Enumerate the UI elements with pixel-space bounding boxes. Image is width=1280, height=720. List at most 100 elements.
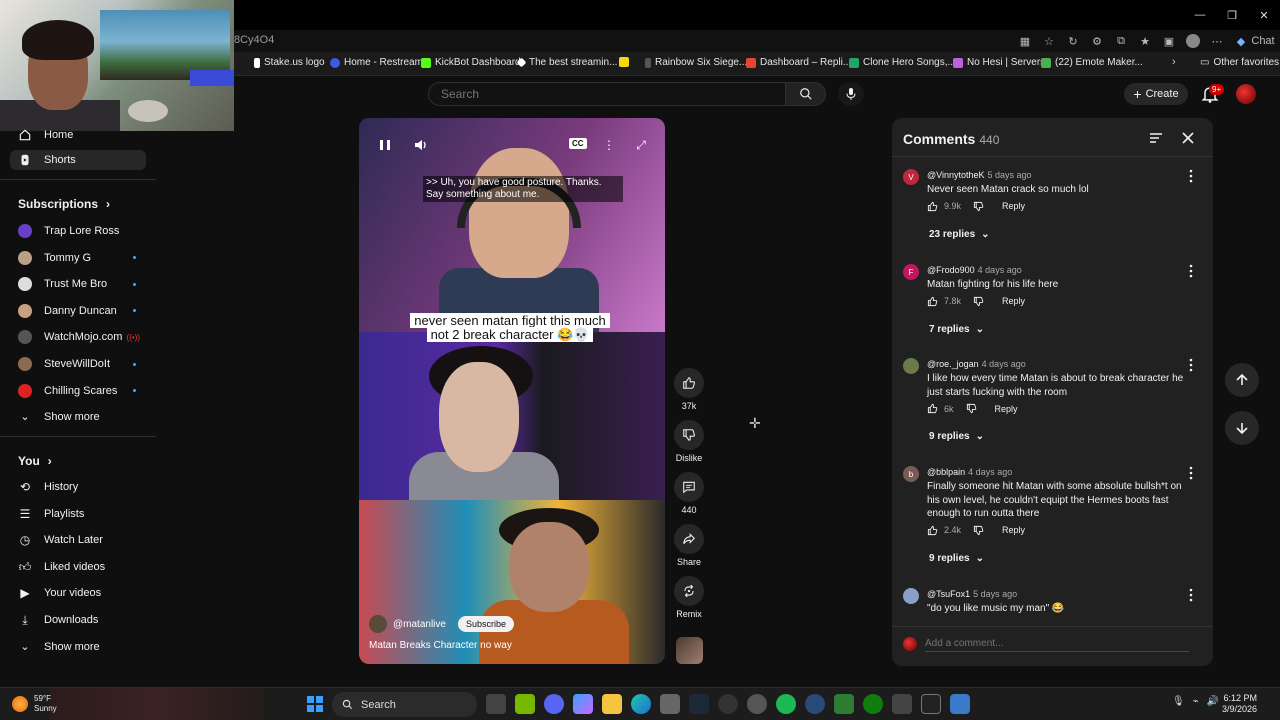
comment-more-icon[interactable] [1185,466,1197,480]
taskbar-search[interactable]: Search [332,692,477,717]
video-title[interactable]: Matan Breaks Character no way [369,640,512,651]
captions-button[interactable]: CC [569,138,587,149]
nvidia-icon[interactable] [515,694,535,714]
bookmark-kickbot[interactable]: KickBot Dashboard [421,57,521,68]
copilot-chat-button[interactable]: ◆ Chat [1232,32,1275,50]
comments-action[interactable]: 440 [674,472,704,515]
sidebar-item-subscription[interactable]: SteveWillDoIt [10,354,146,374]
discord-icon[interactable] [544,694,564,714]
weather-widget[interactable]: 59°F Sunny [12,694,57,714]
sidebar-item-history[interactable]: ⟲ History [10,477,146,497]
streamdeck-icon[interactable] [921,694,941,714]
sidebar-item-subscription[interactable]: Trust Me Bro [10,274,146,294]
b-app-icon[interactable] [834,694,854,714]
comment-more-icon[interactable] [1185,264,1197,278]
comment-author[interactable]: @TsuFox1 [927,589,970,599]
comment-avatar[interactable]: b [903,466,919,482]
share-button[interactable] [674,524,704,554]
bookmark-r6[interactable]: Rainbow Six Siege... [645,57,747,68]
sidebar-item-liked-videos[interactable]: 👍︎ Liked videos [10,557,146,577]
comments-button[interactable] [674,472,704,502]
clock[interactable]: 6:12 PM 3/9/2026 [1222,693,1257,715]
4k-video-icon[interactable] [805,694,825,714]
bookmark-clonehero[interactable]: Clone Hero Songs,... [849,57,956,68]
remix-action[interactable]: Remix [674,576,704,619]
comment-time[interactable]: 4 days ago [978,265,1022,275]
comment-more-icon[interactable] [1185,358,1197,372]
sidebar-item-shorts[interactable]: Shorts [10,150,146,170]
sidebar-item-home[interactable]: Home [10,125,146,145]
microphone-tray-icon[interactable]: 🎙 [1172,696,1185,707]
comment-time[interactable]: 4 days ago [982,359,1026,369]
comment-avatar[interactable]: V [903,169,919,185]
comment-avatar[interactable]: F [903,264,919,280]
store-icon[interactable] [660,694,680,714]
more-icon[interactable]: ⋯ [1208,32,1226,50]
bookmark-nohesi[interactable]: No Hesi | Servers [953,57,1045,68]
file-explorer-icon[interactable] [602,694,622,714]
minimize-icon[interactable]: — [1184,0,1216,30]
comment-time[interactable]: 5 days ago [973,589,1017,599]
view-replies-button[interactable]: 9 replies ⌄ [929,431,984,442]
sidebar-item-subscription[interactable]: Trap Lore Ross [10,221,146,241]
comment-avatar[interactable] [903,588,919,604]
sidebar-item-playlists[interactable]: ☰ Playlists [10,504,146,524]
sidebar-item-your-videos[interactable]: ▶ Your videos [10,583,146,603]
comment-time[interactable]: 5 days ago [988,170,1032,180]
next-short-button[interactable] [1225,411,1259,445]
shorts-video-player[interactable]: CC ⋮ ⤢ >> Uh, you have good posture. Tha… [359,118,665,664]
sidebar-item-subscription[interactable]: Chilling Scares [10,381,146,401]
show-more-subscriptions[interactable]: ⌄ Show more [10,407,146,427]
add-comment-input[interactable] [925,636,1189,652]
restore-icon[interactable]: ❐ [1216,0,1248,30]
other-favorites[interactable]: ▭ Other favorites [1200,57,1279,68]
comment-author[interactable]: @roe._jogan [927,359,979,369]
sidebar-item-downloads[interactable]: ⤓ Downloads [10,610,146,630]
subscribe-button[interactable]: Subscribe [457,616,514,632]
dislike-action[interactable]: Dislike [674,420,704,463]
show-more-you[interactable]: ⌄ Show more [10,637,146,657]
close-icon[interactable] [1180,130,1196,146]
subscriptions-heading[interactable]: Subscriptions › [18,197,110,211]
share-action[interactable]: Share [674,524,704,567]
remix-button[interactable] [674,576,704,606]
collections-icon[interactable]: ▣ [1160,32,1178,50]
sidebar-item-subscription[interactable]: Tommy G [10,248,146,268]
view-replies-button[interactable]: 23 replies ⌄ [929,229,990,240]
more-options-icon[interactable]: ⋮ [599,137,619,153]
comment-more-icon[interactable] [1185,588,1197,602]
favorites-icon[interactable]: ★ [1136,32,1154,50]
windows-start-icon[interactable] [307,696,323,712]
comment-author[interactable]: @bblpain [927,467,965,477]
profile-icon[interactable] [1184,32,1202,50]
bookmark-yellow[interactable] [619,57,629,67]
audio-track-thumbnail[interactable] [676,637,703,664]
previous-short-button[interactable] [1225,363,1259,397]
bookmark-restream[interactable]: Home - Restream [330,57,423,68]
sort-icon[interactable] [1148,130,1164,146]
comment-time[interactable]: 4 days ago [968,467,1012,477]
voice-search-button[interactable] [838,82,864,106]
thumbs-down-icon[interactable] [973,296,984,307]
favorite-star-icon[interactable]: ☆ [1040,32,1058,50]
sidebar-item-watch-later[interactable]: ◷ Watch Later [10,530,146,550]
streamlabs-icon[interactable] [892,694,912,714]
reply-button[interactable]: Reply [1002,525,1025,535]
thumbs-up-icon[interactable] [927,403,938,414]
thumbs-up-icon[interactable] [927,201,938,212]
speaker-icon[interactable]: 🔊 [1207,696,1219,707]
view-replies-button[interactable]: 9 replies ⌄ [929,553,984,564]
comment-avatar[interactable] [903,358,919,374]
comment-more-icon[interactable] [1185,169,1197,183]
bookmark-emote[interactable]: (22) Emote Maker... [1041,57,1143,68]
network-icon[interactable]: ⌁ [1193,696,1199,707]
channel-name[interactable]: @matanlive [393,619,446,630]
steam-icon[interactable] [689,694,709,714]
app-window-icon[interactable] [950,694,970,714]
reading-view-icon[interactable]: ▦ [1016,32,1034,50]
create-button[interactable]: + Create [1124,83,1188,105]
obs-icon[interactable] [718,694,738,714]
task-view-icon[interactable] [486,694,506,714]
close-window-icon[interactable]: ✕ [1248,0,1280,30]
bookmark-streaming[interactable]: The best streamin... [516,57,617,68]
